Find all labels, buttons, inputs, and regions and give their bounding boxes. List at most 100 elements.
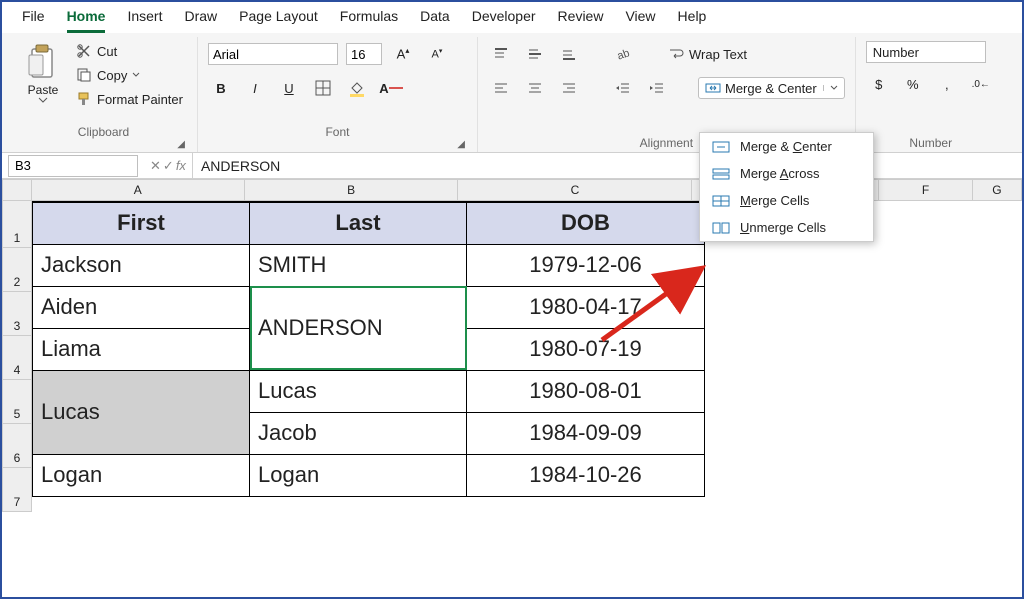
select-all-corner[interactable] bbox=[2, 179, 32, 201]
align-left-button[interactable] bbox=[488, 75, 514, 101]
name-box[interactable] bbox=[8, 155, 138, 177]
align-middle-button[interactable] bbox=[522, 41, 548, 67]
cell-B5[interactable]: Lucas bbox=[250, 370, 467, 412]
cell-B2[interactable]: SMITH bbox=[250, 244, 467, 286]
row-header-5[interactable]: 5 bbox=[2, 380, 32, 424]
cell-A4[interactable]: Liama bbox=[33, 328, 250, 370]
decrease-font-button[interactable]: A▾ bbox=[424, 41, 450, 67]
cell-A3[interactable]: Aiden bbox=[33, 286, 250, 328]
tab-help[interactable]: Help bbox=[678, 8, 707, 33]
bucket-icon bbox=[348, 79, 366, 97]
svg-text:ab: ab bbox=[616, 47, 631, 62]
border-icon bbox=[315, 80, 331, 96]
chevron-down-icon bbox=[830, 85, 838, 91]
currency-button[interactable]: $ bbox=[866, 71, 892, 97]
cell-B3-merged[interactable]: ANDERSON bbox=[250, 286, 467, 370]
font-launcher[interactable]: ◢ bbox=[208, 139, 467, 150]
format-painter-button[interactable]: Format Painter bbox=[72, 89, 187, 109]
col-header-G[interactable]: G bbox=[973, 179, 1022, 201]
copy-button[interactable]: Copy bbox=[72, 65, 187, 85]
row-header-4[interactable]: 4 bbox=[2, 336, 32, 380]
cell-C5[interactable]: 1980-08-01 bbox=[467, 370, 705, 412]
tab-developer[interactable]: Developer bbox=[472, 8, 536, 33]
tab-home[interactable]: Home bbox=[67, 8, 106, 33]
font-name-input[interactable] bbox=[208, 43, 338, 65]
paste-button[interactable]: Paste bbox=[20, 41, 66, 105]
merge-dropdown: Merge & Center Merge Across Merge Cells … bbox=[699, 132, 874, 242]
italic-button[interactable]: I bbox=[242, 75, 268, 101]
tab-review[interactable]: Review bbox=[558, 8, 604, 33]
align-bottom-icon bbox=[561, 46, 577, 62]
align-bottom-button[interactable] bbox=[556, 41, 582, 67]
increase-indent-button[interactable] bbox=[644, 75, 670, 101]
clipboard-launcher[interactable]: ◢ bbox=[20, 139, 187, 150]
col-header-F[interactable]: F bbox=[879, 179, 972, 201]
cell-B6[interactable]: Jacob bbox=[250, 412, 467, 454]
percent-button[interactable]: % bbox=[900, 71, 926, 97]
font-color-button[interactable]: A bbox=[378, 75, 404, 101]
cell-A5-merged[interactable]: Lucas bbox=[33, 370, 250, 454]
tab-formulas[interactable]: Formulas bbox=[340, 8, 398, 33]
underline-button[interactable]: U bbox=[276, 75, 302, 101]
row-header-2[interactable]: 2 bbox=[2, 248, 32, 292]
col-header-B[interactable]: B bbox=[245, 179, 458, 201]
unmerge-cells-item[interactable]: Unmerge Cells bbox=[700, 214, 873, 241]
merge-across-icon bbox=[712, 167, 730, 181]
increase-font-button[interactable]: A▴ bbox=[390, 41, 416, 67]
wrap-text-button[interactable]: Wrap Text bbox=[664, 44, 751, 64]
tab-insert[interactable]: Insert bbox=[127, 8, 162, 33]
comma-button[interactable]: , bbox=[934, 71, 960, 97]
fill-color-button[interactable] bbox=[344, 75, 370, 101]
borders-button[interactable] bbox=[310, 75, 336, 101]
cell-A7[interactable]: Logan bbox=[33, 454, 250, 496]
cancel-icon[interactable]: ✕ bbox=[150, 158, 161, 174]
row-header-3[interactable]: 3 bbox=[2, 292, 32, 336]
number-format-select[interactable] bbox=[866, 41, 986, 63]
orientation-button[interactable]: ab bbox=[610, 41, 636, 67]
row-header-1[interactable]: 1 bbox=[2, 201, 32, 248]
merge-dropdown-caret[interactable] bbox=[823, 85, 838, 91]
enter-icon[interactable]: ✓ bbox=[163, 158, 174, 174]
cell-C7[interactable]: 1984-10-26 bbox=[467, 454, 705, 496]
header-first[interactable]: First bbox=[33, 202, 250, 244]
tab-data[interactable]: Data bbox=[420, 8, 450, 33]
align-top-icon bbox=[493, 46, 509, 62]
tab-draw[interactable]: Draw bbox=[184, 8, 217, 33]
font-size-input[interactable] bbox=[346, 43, 382, 65]
col-header-C[interactable]: C bbox=[458, 179, 692, 201]
align-top-button[interactable] bbox=[488, 41, 514, 67]
scissors-icon bbox=[76, 43, 92, 59]
row-header-7[interactable]: 7 bbox=[2, 468, 32, 512]
cell-B7[interactable]: Logan bbox=[250, 454, 467, 496]
merge-center-item[interactable]: Merge & Center bbox=[700, 133, 873, 160]
merge-across-item[interactable]: Merge Across bbox=[700, 160, 873, 187]
group-number: $ % , .0← Number bbox=[856, 37, 1006, 152]
increase-decimal-button[interactable]: .0← bbox=[968, 71, 994, 97]
align-center-button[interactable] bbox=[522, 75, 548, 101]
tab-view[interactable]: View bbox=[625, 8, 655, 33]
merge-cells-icon bbox=[712, 194, 730, 208]
cell-C6[interactable]: 1984-09-09 bbox=[467, 412, 705, 454]
bold-button[interactable]: B bbox=[208, 75, 234, 101]
decrease-indent-button[interactable] bbox=[610, 75, 636, 101]
merge-center-button[interactable]: Merge & Center bbox=[698, 77, 845, 99]
merge-icon bbox=[705, 80, 721, 96]
ribbon-tabs: File Home Insert Draw Page Layout Formul… bbox=[2, 2, 1022, 33]
merge-center-text: Merge & Center bbox=[740, 139, 832, 154]
tab-file[interactable]: File bbox=[22, 8, 45, 33]
header-dob[interactable]: DOB bbox=[467, 202, 705, 244]
tab-page-layout[interactable]: Page Layout bbox=[239, 8, 318, 33]
col-header-A[interactable]: A bbox=[32, 179, 245, 201]
paste-icon bbox=[26, 43, 60, 83]
fx-icon[interactable]: fx bbox=[176, 158, 186, 174]
header-last[interactable]: Last bbox=[250, 202, 467, 244]
formula-bar[interactable]: ANDERSON bbox=[192, 153, 1022, 178]
align-right-button[interactable] bbox=[556, 75, 582, 101]
annotation-arrow bbox=[592, 260, 722, 350]
row-header-6[interactable]: 6 bbox=[2, 424, 32, 468]
group-label-number: Number bbox=[866, 132, 996, 150]
cell-A2[interactable]: Jackson bbox=[33, 244, 250, 286]
cut-button[interactable]: Cut bbox=[72, 41, 187, 61]
merge-cells-item[interactable]: Merge Cells bbox=[700, 187, 873, 214]
merge-center-icon bbox=[712, 140, 730, 154]
